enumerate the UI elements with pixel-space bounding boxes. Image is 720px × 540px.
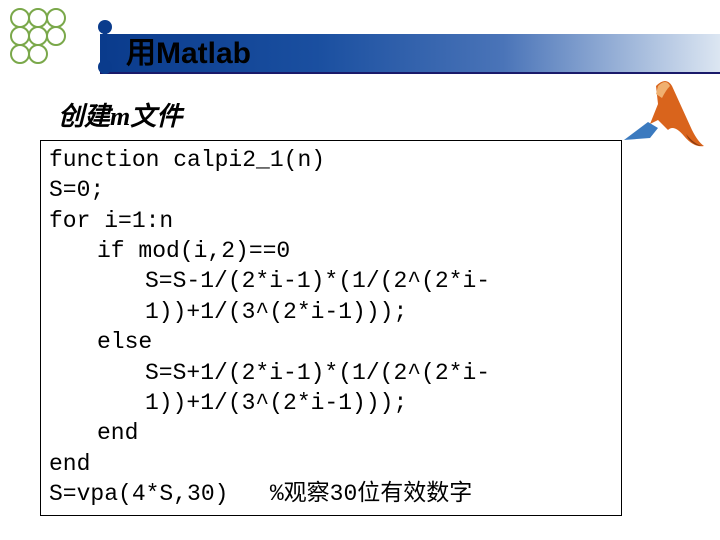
title-accent-dot-icon: [98, 60, 112, 74]
title-accent-dot-icon: [98, 20, 112, 34]
code-line: for i=1:n: [49, 206, 613, 236]
decorative-circles-icon: [8, 6, 98, 71]
code-line: S=S+1/(2*i-1)*(1/(2^(2*i-1))+1/(3^(2*i-1…: [49, 358, 613, 419]
code-line: S=S-1/(2*i-1)*(1/(2^(2*i-1))+1/(3^(2*i-1…: [49, 266, 613, 327]
code-line: function calpi2_1(n): [49, 145, 613, 175]
code-line: if mod(i,2)==0: [49, 236, 613, 266]
code-line: end: [49, 449, 613, 479]
code-line: S=0;: [49, 175, 613, 205]
code-line: S=vpa(4*S,30) %观察30位有效数字: [49, 479, 613, 509]
code-line: end: [49, 418, 613, 448]
subtitle: 创建m文件: [58, 96, 182, 133]
page-title: 用Matlab: [126, 28, 251, 72]
code-block: function calpi2_1(n)S=0;for i=1:nif mod(…: [40, 140, 622, 516]
code-line: else: [49, 327, 613, 357]
slide-header: 用Matlab: [0, 0, 720, 78]
matlab-logo-icon: [618, 74, 710, 156]
